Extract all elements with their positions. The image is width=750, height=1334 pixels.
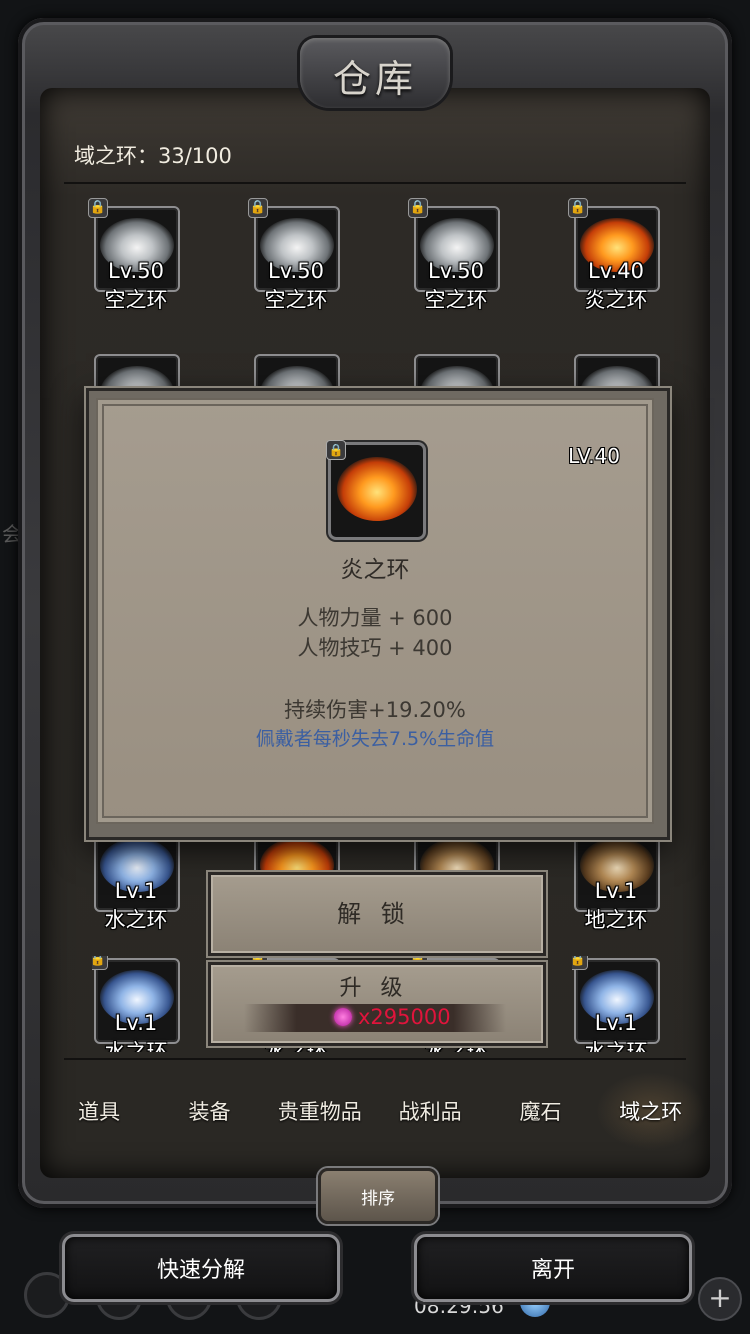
ring-level: Lv.40 <box>588 259 644 283</box>
tab-domain-rings[interactable]: 域之环 <box>595 1072 706 1150</box>
ring-name: 地之环 <box>584 908 648 932</box>
lock-icon: 🔒 <box>88 198 108 218</box>
ring-name: 水之环 <box>584 1040 648 1052</box>
category-tabs: 道具 装备 贵重物品 战利品 魔石 域之环 <box>44 1072 706 1150</box>
upgrade-cost: x295000 <box>358 1005 451 1029</box>
ring-level: Lv.1 <box>114 879 158 903</box>
tab-items[interactable]: 道具 <box>44 1072 154 1150</box>
ring-slot[interactable]: 🔒 Lv.1 水之环 <box>572 956 660 1052</box>
ring-level: Lv.50 <box>428 259 484 283</box>
top-divider <box>64 182 686 184</box>
item-name: 炎之环 <box>340 557 410 583</box>
tab-equipment[interactable]: 装备 <box>154 1072 264 1150</box>
upgrade-label: 升 级 <box>339 976 409 1001</box>
ring-slot[interactable]: 🔒 Lv.40 炎之环 <box>568 198 660 324</box>
ring-name: 空之环 <box>104 288 168 312</box>
ring-level: Lv.50 <box>108 259 164 283</box>
ring-name: 水之环 <box>104 1040 168 1052</box>
lock-icon: 🔒 <box>248 198 268 218</box>
item-stat-strength: 人物力量 + 600 <box>297 606 453 630</box>
lock-icon: 🔒 <box>92 956 108 970</box>
ring-slot[interactable]: 🔒 Lv.1 水之环 <box>92 956 180 1052</box>
item-effect: 持续伤害+19.20% <box>284 698 466 722</box>
tab-magic-stones[interactable]: 魔石 <box>485 1072 595 1150</box>
ring-name: 空之环 <box>424 288 488 312</box>
lock-icon: 🔒 <box>572 956 588 970</box>
ring-slot[interactable]: 🔒 Lv.50 空之环 <box>248 198 340 324</box>
ring-slot[interactable]: 🔒Lv.1地之环 <box>568 818 660 944</box>
lock-icon: 🔒 <box>568 198 588 218</box>
ring-slot[interactable]: 🔒Lv.1水之环 <box>88 818 180 944</box>
lock-icon: 🔒 <box>326 440 346 460</box>
tab-valuables[interactable]: 贵重物品 <box>265 1072 375 1150</box>
ring-level: Lv.1 <box>594 879 638 903</box>
item-level: LV.40 <box>568 444 620 468</box>
window-title: 仓库 <box>332 57 417 101</box>
leave-button[interactable]: 离开 <box>414 1234 692 1302</box>
sort-button[interactable]: 排序 <box>318 1168 438 1224</box>
ring-capacity-count: 域之环：33/100 <box>74 144 232 168</box>
item-stat-skill: 人物技巧 + 400 <box>297 636 453 660</box>
tab-loot[interactable]: 战利品 <box>375 1072 485 1150</box>
add-plus-button[interactable]: + <box>698 1277 742 1321</box>
ring-level: Lv.1 <box>114 1011 158 1035</box>
unlock-label: 解 锁 <box>337 899 411 928</box>
soul-gem-icon <box>334 1008 352 1026</box>
ring-level: Lv.1 <box>594 1011 638 1035</box>
ring-slot[interactable]: 🔒 Lv.50 空之环 <box>408 198 500 324</box>
ring-name: 空之环 <box>264 288 328 312</box>
lock-icon: 🔒 <box>408 198 428 218</box>
bottom-divider <box>64 1058 686 1060</box>
ring-slot[interactable]: 🔒 Lv.50 空之环 <box>88 198 180 324</box>
ring-name: 水之环 <box>104 908 168 932</box>
quick-salvage-button[interactable]: 快速分解 <box>62 1234 340 1302</box>
item-penalty: 佩戴者每秒失去7.5%生命值 <box>255 728 495 750</box>
ring-level: Lv.50 <box>268 259 324 283</box>
ring-name: 炎之环 <box>584 288 648 312</box>
